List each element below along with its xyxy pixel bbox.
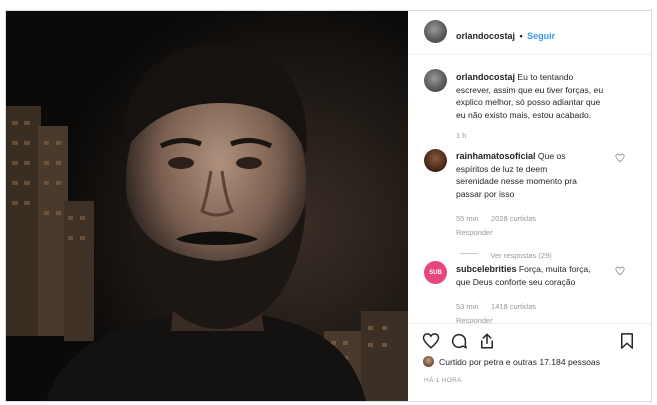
view-replies[interactable]: Ver respostas (29) xyxy=(456,245,626,263)
instagram-post: orlandocostaj • Seguir orlandocostaj Eu … xyxy=(5,10,652,402)
comment-1-line-1: rainhamatosoficial Que os xyxy=(456,150,626,163)
post-timestamp[interactable]: HÁ 1 HORA xyxy=(424,377,462,384)
comment-2-line-2: que Deus conforte seu coração xyxy=(456,276,576,287)
comment-2-heart-icon[interactable] xyxy=(615,266,625,276)
post-photo[interactable] xyxy=(6,11,408,401)
view-replies-label[interactable]: Ver respostas (29) xyxy=(490,251,551,260)
comment-1-text-1: Que os xyxy=(537,151,566,161)
share-icon[interactable] xyxy=(478,332,496,350)
author-username[interactable]: orlandocostaj xyxy=(456,31,515,41)
author-avatar[interactable] xyxy=(424,20,447,43)
heart-icon[interactable] xyxy=(422,332,440,350)
caption-line-4: eu não existo mais, estou acabado. xyxy=(456,109,592,120)
sub-logo-text: SUB xyxy=(429,269,442,276)
view-replies-line xyxy=(460,253,478,255)
post-actions: Curtido por petra e outras 17.184 pessoa… xyxy=(408,323,651,401)
liked-by-prefix: Curtido por xyxy=(439,357,482,367)
comment-1-line-2: espíritos de luz te deem xyxy=(456,163,548,174)
caption-line-3: explico melhor, só posso adiantar que xyxy=(456,97,601,107)
post-sidebar: orlandocostaj • Seguir orlandocostaj Eu … xyxy=(408,11,651,401)
caption-text-1: Eu to tentando xyxy=(517,72,574,82)
comment-1-line-4: passar por isso xyxy=(456,188,515,199)
comment-1-reply-button[interactable]: Responder xyxy=(456,228,626,237)
comment-2-text-1: Força, muita força, xyxy=(518,264,591,274)
liked-by-user[interactable]: petra xyxy=(484,357,504,367)
comment-2-line-1: subcelebrities Força, muita força, xyxy=(456,263,626,276)
caption: orlandocostaj Eu to tentando escrever, a… xyxy=(456,71,646,140)
caption-avatar[interactable] xyxy=(424,69,447,92)
comment-2: subcelebrities Força, muita força, que D… xyxy=(456,263,626,325)
bookmark-icon[interactable] xyxy=(618,332,636,350)
caption-time[interactable]: 1 h xyxy=(456,131,646,140)
post-header: orlandocostaj • Seguir xyxy=(408,11,651,55)
liked-by: Curtido por petra e outras 17.184 pessoa… xyxy=(439,357,600,367)
comment-2-username[interactable]: subcelebrities xyxy=(456,264,517,274)
follow-button[interactable]: Seguir xyxy=(527,31,555,41)
comment-1-username[interactable]: rainhamatosoficial xyxy=(456,151,536,161)
caption-line-2: escrever, assim que eu tiver forças, eu xyxy=(456,84,604,95)
comment-avatar[interactable] xyxy=(424,149,447,172)
separator-dot: • xyxy=(519,31,523,41)
comment-1-time[interactable]: 55 min xyxy=(456,214,479,223)
comment-1-line-3: serenidade nesse momento pra xyxy=(456,176,577,186)
selfie-image xyxy=(6,11,408,401)
liked-by-suffix[interactable]: e outras 17.184 pessoas xyxy=(506,357,600,367)
liker-avatar[interactable] xyxy=(423,356,434,367)
comment-avatar[interactable]: SUB xyxy=(424,261,447,284)
caption-username[interactable]: orlandocostaj xyxy=(456,72,515,82)
comment-1-likes[interactable]: 2028 curtidas xyxy=(491,214,536,223)
caption-line-1: orlandocostaj Eu to tentando xyxy=(456,71,646,84)
comment-2-likes[interactable]: 1418 curtidas xyxy=(491,302,536,311)
comment-1: rainhamatosoficial Que os espíritos de l… xyxy=(456,150,626,263)
comment-icon[interactable] xyxy=(450,332,468,350)
comment-2-time[interactable]: 53 min xyxy=(456,302,479,311)
comment-1-heart-icon[interactable] xyxy=(615,153,625,163)
